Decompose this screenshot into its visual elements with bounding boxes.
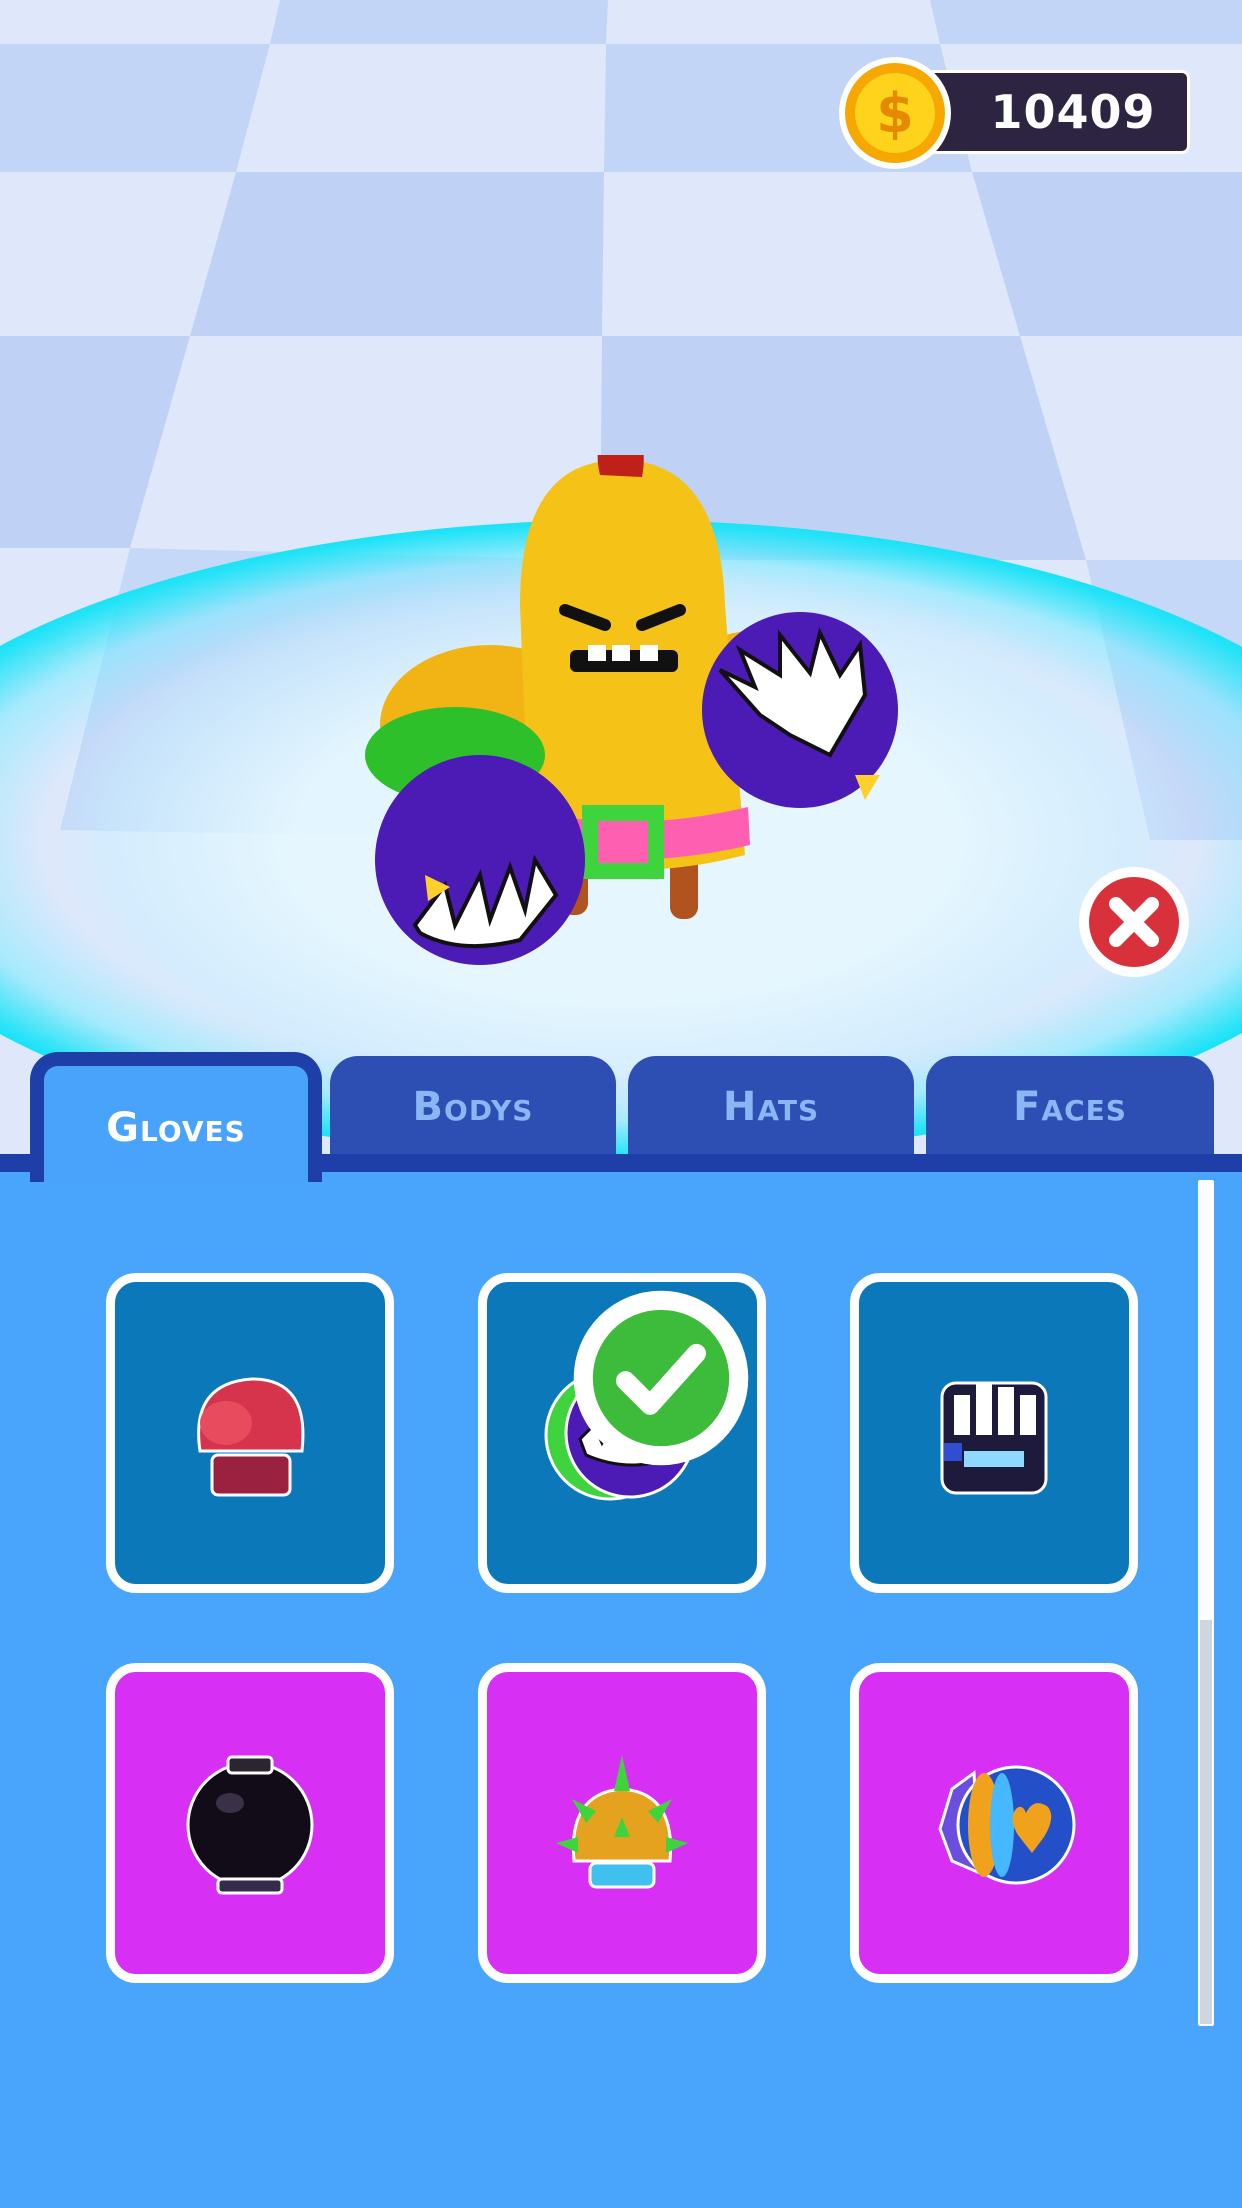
dollar-coin-icon: $	[839, 57, 951, 169]
tab-gloves-label: Gloves	[106, 1105, 246, 1151]
red-boxing-glove-icon	[197, 1377, 305, 1497]
close-icon	[1079, 867, 1189, 977]
heart-striped-glove-icon	[938, 1765, 1076, 1885]
tab-hats[interactable]: Hats	[628, 1056, 914, 1158]
close-button[interactable]	[1078, 866, 1190, 978]
item-slot-red-glove[interactable]	[106, 1273, 394, 1593]
equipped-check-icon	[573, 1290, 749, 1466]
boxer-character	[365, 455, 898, 965]
robot-fist-glove-icon	[940, 1381, 1048, 1495]
coin-pill: 10409	[926, 70, 1190, 154]
tab-bodys-label: Bodys	[412, 1084, 534, 1130]
spiked-gold-glove-icon	[556, 1755, 688, 1889]
item-slot-heart-glove[interactable]	[850, 1663, 1138, 1983]
coin-amount: 10409	[990, 85, 1156, 139]
item-slot-robot-glove[interactable]	[850, 1273, 1138, 1593]
coin-counter: 10409 $	[836, 54, 1192, 172]
tab-gloves[interactable]: Gloves	[30, 1052, 322, 1182]
item-slot-monster-glove[interactable]	[478, 1273, 766, 1593]
item-slot-bomb-glove[interactable]	[106, 1663, 394, 1983]
tab-bodys[interactable]: Bodys	[330, 1056, 616, 1158]
tab-faces-label: Faces	[1013, 1084, 1127, 1130]
tab-faces[interactable]: Faces	[926, 1056, 1214, 1158]
tab-hats-label: Hats	[722, 1084, 820, 1130]
scrollbar-thumb[interactable]	[1200, 1620, 1212, 2024]
svg-text:$: $	[876, 82, 914, 145]
item-slot-spiked-glove[interactable]	[478, 1663, 766, 1983]
black-bomb-glove-icon	[186, 1755, 314, 1895]
